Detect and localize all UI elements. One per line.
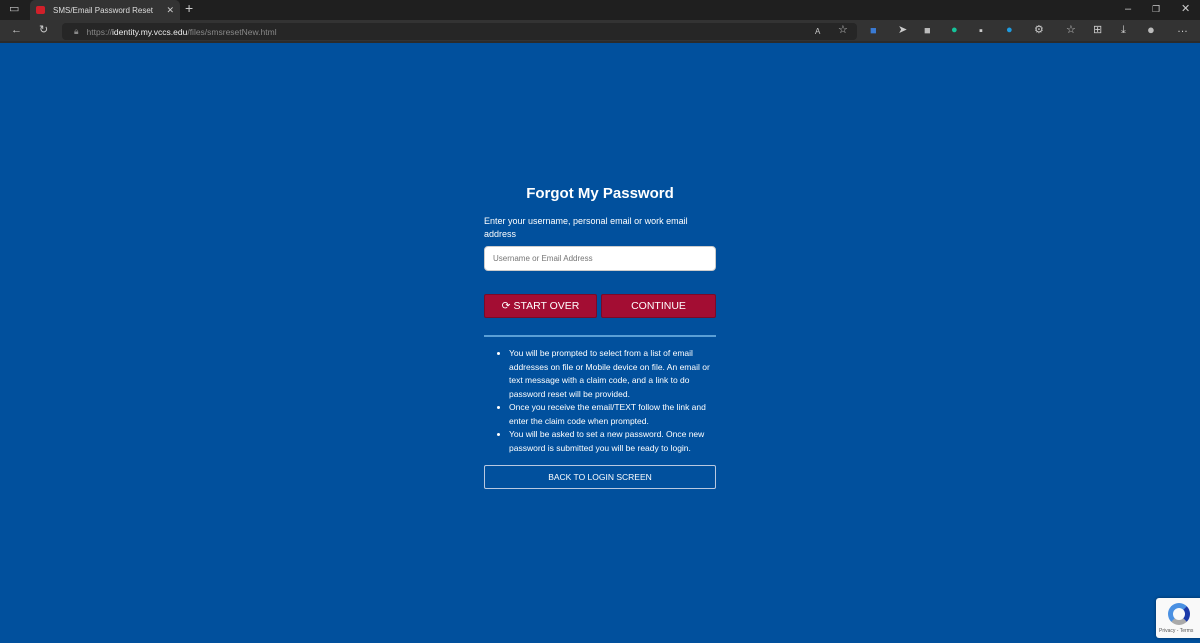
continue-button[interactable]: CONTINUE [601,294,716,318]
page-title: Forgot My Password [526,185,674,202]
extension-icon[interactable]: ■ [924,26,931,37]
list-item: You will be prompted to select from a li… [509,347,716,401]
url-field[interactable]: 🔒︎ https://identity.my.vccs.edu/files/sm… [62,23,857,40]
tab-actions-icon[interactable]: ▭ [9,4,19,15]
collections-icon[interactable]: ⊞ [1093,25,1102,36]
password-reset-form: Forgot My Password Enter your username, … [484,185,716,489]
extensions-icon[interactable]: ⚙ [1034,25,1044,36]
address-bar-row: ← ↻ 🔒︎ https://identity.my.vccs.edu/file… [0,20,1200,43]
read-aloud-icon[interactable]: A [815,26,820,37]
downloads-icon[interactable]: ⤓ [1121,25,1126,36]
list-item: Once you receive the email/TEXT follow t… [509,401,716,428]
refresh-icon: ⟳ [501,300,511,312]
minimize-icon[interactable]: – [1125,4,1131,15]
recaptcha-badge[interactable]: Privacy - Terms [1156,598,1200,638]
add-favorite-icon[interactable]: ☆ [838,25,848,36]
more-icon[interactable]: … [1177,24,1188,35]
restore-icon[interactable]: ❐ [1152,4,1160,15]
lock-icon: 🔒︎ [74,26,79,36]
site-favicon-icon [36,6,45,14]
extension-icon[interactable]: ▪ [979,26,983,37]
tab-title: SMS/Email Password Reset [53,5,154,15]
cursor-extension-icon[interactable]: ➤ [898,25,907,36]
close-tab-icon[interactable]: ✕ [166,5,174,16]
divider [484,335,716,337]
back-icon[interactable]: ← [11,25,22,36]
profile-avatar[interactable]: ● [1147,23,1155,36]
close-window-icon[interactable]: ✕ [1181,4,1190,15]
new-tab-icon[interactable]: + [185,1,193,15]
recaptcha-links[interactable]: Privacy - Terms [1159,628,1193,634]
start-over-button[interactable]: ⟳ START OVER [484,294,597,318]
instruction-label: Enter your username, personal email or w… [484,216,688,239]
tab-bar: ▭ SMS/Email Password Reset ✕ + – ❐ ✕ [0,0,1200,20]
list-item: You will be asked to set a new password.… [509,428,716,455]
extension-icon[interactable]: ● [1006,25,1013,36]
back-to-login-button[interactable]: BACK TO LOGIN SCREEN [484,465,716,489]
username-input[interactable] [484,246,716,271]
grammarly-icon[interactable]: ● [951,25,958,36]
instructions-list: You will be prompted to select from a li… [484,347,716,455]
recaptcha-icon [1168,603,1190,625]
refresh-icon[interactable]: ↻ [39,25,48,36]
favorites-icon[interactable]: ☆ [1066,25,1076,36]
extension-icon[interactable]: ■ [870,26,877,37]
browser-tab[interactable]: SMS/Email Password Reset ✕ [30,0,180,20]
